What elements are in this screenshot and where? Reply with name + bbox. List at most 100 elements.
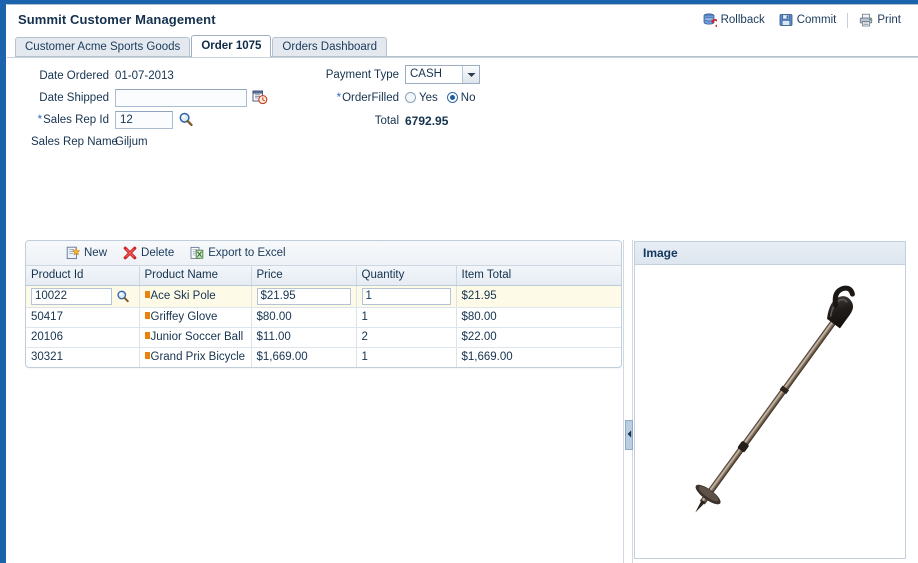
- required-marker-orderfilled: *: [336, 91, 342, 104]
- export-excel-icon: [190, 246, 204, 260]
- tab-orders-dashboard[interactable]: Orders Dashboard: [272, 37, 388, 57]
- quantity-input[interactable]: [361, 287, 451, 305]
- sales-rep-name-value: Giljum: [115, 135, 148, 148]
- app-header: Summit Customer Management Rollback Comm…: [7, 5, 918, 35]
- price-input[interactable]: [256, 287, 351, 305]
- cell-quantity[interactable]: 1: [356, 307, 457, 328]
- product-id-input[interactable]: [31, 287, 112, 305]
- order-filled-no-label[interactable]: No: [461, 92, 476, 104]
- table-row[interactable]: 50417 Griffey Glove $80.00 1 $80.00: [26, 307, 621, 328]
- required-cell-marker-icon: [144, 291, 150, 298]
- field-payment-type: Payment Type CASH: [319, 64, 480, 85]
- required-cell-marker-icon: [144, 332, 150, 339]
- sales-rep-id-label: *Sales Rep Id: [31, 114, 115, 126]
- export-to-excel-button[interactable]: Export to Excel: [182, 244, 293, 262]
- table-row[interactable]: 30321 Grand Prix Bicycle $1,669.00 1 $1,…: [26, 347, 621, 367]
- delete-x-icon: [123, 246, 137, 260]
- payment-type-label: Payment Type: [325, 68, 399, 81]
- sales-rep-name-label: Sales Rep Name: [31, 135, 118, 148]
- column-header-item-total[interactable]: Item Total: [456, 266, 621, 286]
- cell-item-total: $1,669.00: [456, 347, 621, 367]
- cell-product-id[interactable]: 20106: [26, 327, 140, 348]
- tab-bar: Customer Acme Sports Goods Order 1075 Or…: [15, 35, 918, 57]
- new-row-button[interactable]: New: [58, 244, 115, 262]
- date-ordered-label: Date Ordered: [39, 69, 109, 82]
- calendar-date-icon[interactable]: [252, 90, 268, 105]
- ski-pole-product-photo: [635, 265, 905, 557]
- cell-item-total: $80.00: [456, 307, 621, 328]
- tab-customer-acme-sports-goods[interactable]: Customer Acme Sports Goods: [15, 37, 191, 57]
- required-marker: *: [37, 113, 43, 126]
- order-filled-yes-label[interactable]: Yes: [419, 92, 438, 104]
- column-header-price[interactable]: Price: [251, 266, 357, 286]
- image-section-header: Image: [635, 242, 905, 265]
- payment-type-value: CASH: [410, 68, 442, 80]
- commit-save-icon: [779, 13, 793, 27]
- cell-product-name[interactable]: Junior Soccer Ball: [139, 327, 252, 348]
- rollback-button[interactable]: Rollback: [696, 11, 772, 29]
- table-row[interactable]: Ace Ski Pole $21.95: [26, 285, 621, 308]
- cell-price[interactable]: $1,669.00: [251, 347, 357, 367]
- new-page-icon: [66, 246, 81, 260]
- table-header-row: Product Id Product Name Price Quantity I…: [26, 266, 621, 286]
- cell-product-name[interactable]: Ace Ski Pole: [139, 285, 252, 308]
- product-name-value: Junior Soccer Ball: [150, 331, 244, 343]
- cell-item-total: $21.95: [456, 285, 621, 308]
- column-header-product-name[interactable]: Product Name: [139, 266, 252, 286]
- field-sales-rep-name: Sales Rep Name Giljum: [31, 131, 148, 152]
- toolbar-divider: [847, 12, 849, 28]
- delete-row-button[interactable]: Delete: [115, 244, 182, 262]
- order-filled-label: *OrderFilled: [319, 92, 405, 104]
- cell-product-name[interactable]: Griffey Glove: [139, 307, 252, 328]
- cell-quantity[interactable]: 1: [356, 347, 457, 367]
- field-total: Total 6792.95: [319, 110, 449, 131]
- table-toolbar: New Delete Export to Excel: [26, 241, 621, 266]
- tab-baseline: [15, 56, 918, 57]
- cell-item-total: $22.00: [456, 327, 621, 348]
- cell-price[interactable]: $11.00: [251, 327, 357, 348]
- print-button[interactable]: Print: [852, 11, 908, 29]
- print-icon: [859, 13, 873, 27]
- cell-product-name[interactable]: Grand Prix Bicycle: [139, 347, 252, 367]
- product-id-lov-icon[interactable]: [116, 290, 130, 303]
- sales-rep-id-input[interactable]: [115, 110, 173, 129]
- cell-price[interactable]: $80.00: [251, 307, 357, 328]
- cell-quantity[interactable]: 2: [356, 327, 457, 348]
- panel-splitter[interactable]: [623, 240, 633, 563]
- column-header-quantity[interactable]: Quantity: [356, 266, 457, 286]
- product-name-value: Griffey Glove: [150, 311, 218, 323]
- column-header-product-id[interactable]: Product Id: [26, 266, 140, 286]
- cell-quantity[interactable]: [356, 285, 457, 308]
- field-date-ordered: Date Ordered 01-07-2013: [31, 65, 174, 86]
- cell-price[interactable]: [251, 285, 357, 308]
- tab-order-1075[interactable]: Order 1075: [191, 35, 272, 57]
- commit-button[interactable]: Commit: [772, 11, 844, 29]
- table-row[interactable]: 20106 Junior Soccer Ball $11.00 2 $22.00: [26, 327, 621, 348]
- image-section: Image: [634, 241, 906, 559]
- order-filled-no-radio[interactable]: [446, 92, 458, 103]
- cell-product-id[interactable]: [26, 285, 140, 308]
- field-date-shipped: Date Shipped: [31, 87, 268, 108]
- cell-product-id[interactable]: 30321: [26, 347, 140, 367]
- date-shipped-input[interactable]: [115, 88, 247, 107]
- rollback-label: Rollback: [720, 14, 765, 26]
- splitter-collapse-handle[interactable]: [625, 420, 633, 450]
- header-action-bar: Rollback Commit Print: [696, 11, 908, 29]
- new-row-label: New: [84, 247, 108, 259]
- field-order-filled: *OrderFilled Yes No: [319, 87, 481, 108]
- date-shipped-label: Date Shipped: [39, 91, 109, 104]
- order-filled-yes-radio[interactable]: [405, 92, 416, 103]
- product-image-container: [635, 265, 905, 558]
- order-filled-label-text: OrderFilled: [342, 91, 399, 104]
- order-items-panel: New Delete Export to Excel Product Id Pr…: [25, 240, 622, 368]
- order-filled-radio-group: Yes No: [405, 92, 481, 104]
- export-to-excel-label: Export to Excel: [208, 247, 286, 259]
- payment-type-select[interactable]: CASH: [405, 65, 480, 84]
- application-inner: Summit Customer Management Rollback Comm…: [6, 4, 918, 563]
- rollback-icon: [703, 13, 719, 28]
- required-cell-marker-icon: [144, 312, 150, 319]
- search-lov-icon[interactable]: [178, 112, 194, 127]
- chevron-down-icon[interactable]: [462, 66, 479, 83]
- print-label: Print: [877, 14, 901, 26]
- cell-product-id[interactable]: 50417: [26, 307, 140, 328]
